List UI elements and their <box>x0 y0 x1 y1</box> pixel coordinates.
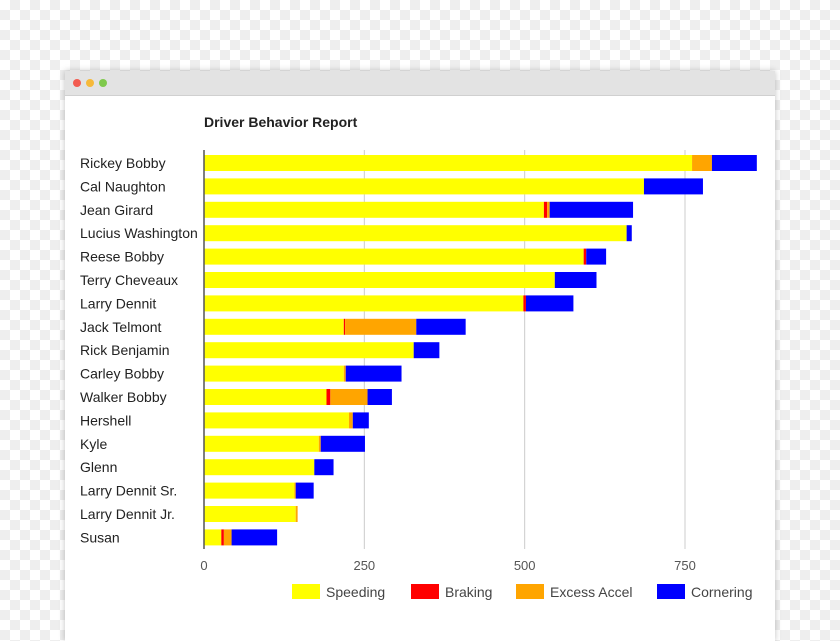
bar-cornering <box>320 435 365 452</box>
legend-label: Cornering <box>691 584 752 600</box>
bar-speeding <box>204 506 296 522</box>
bar-cornering <box>413 342 440 359</box>
bar-cornering <box>586 248 607 265</box>
bar-speeding <box>204 412 349 429</box>
legend-swatch <box>411 584 439 599</box>
bar-braking <box>326 389 331 405</box>
bar-speeding <box>204 482 295 499</box>
category-label: Glenn <box>80 459 117 475</box>
bar-speeding <box>204 225 627 242</box>
legend-label: Excess Accel <box>550 584 632 600</box>
category-label: Reese Bobby <box>80 249 164 265</box>
bar-excess-accel <box>343 365 346 382</box>
legend-swatch <box>292 584 320 599</box>
bar-speeding <box>204 295 524 312</box>
bar-speeding <box>204 248 584 265</box>
legend-label: Speeding <box>326 584 385 600</box>
x-tick-label: 500 <box>514 558 536 573</box>
bar-excess-accel <box>547 201 550 218</box>
bar-speeding <box>204 342 414 359</box>
bar-speeding <box>204 459 315 476</box>
bar-excess-accel <box>295 506 298 522</box>
bar-braking <box>221 529 224 546</box>
legend-swatch <box>516 584 544 599</box>
bar-excess-accel <box>345 318 417 335</box>
category-label: Jack Telmont <box>80 319 162 335</box>
chart: Driver Behavior Report 0 250 500 750 Rickey … <box>80 114 757 600</box>
category-label: Carley Bobby <box>80 366 164 382</box>
bar-cornering <box>367 389 392 405</box>
category-label: Rickey Bobby <box>80 155 166 171</box>
bar-cornering <box>231 529 278 546</box>
bar-speeding <box>204 389 327 405</box>
bar-braking <box>543 201 548 218</box>
bar-braking <box>343 318 346 335</box>
bar-braking <box>583 248 587 265</box>
legend-label: Braking <box>445 584 492 600</box>
category-label: Terry Cheveaux <box>80 272 178 288</box>
bar-cornering <box>416 318 466 335</box>
category-label: Susan <box>80 529 120 545</box>
category-label: Larry Dennit <box>80 295 156 311</box>
x-tick-label: 750 <box>674 558 696 573</box>
bar-cornering <box>711 155 757 171</box>
bar-excess-accel <box>330 389 368 405</box>
bar-excess-accel <box>692 155 712 171</box>
bar-cornering <box>314 459 334 476</box>
category-label: Rick Benjamin <box>80 342 169 358</box>
category-label: Cal Naughton <box>80 178 166 194</box>
bar-excess-accel <box>223 529 232 546</box>
category-label: Lucius Washington <box>80 225 198 241</box>
category-label: Larry Dennit Jr. <box>80 506 175 522</box>
bar-cornering <box>626 225 632 242</box>
category-label: Jean Girard <box>80 202 153 218</box>
bar-excess-accel <box>294 482 296 499</box>
bar-speeding <box>204 435 319 452</box>
category-label: Walker Bobby <box>80 389 167 405</box>
category-label: Kyle <box>80 436 107 452</box>
bar-speeding <box>204 272 555 288</box>
bar-cornering <box>525 295 574 312</box>
bar-excess-accel <box>318 435 321 452</box>
bar-speeding <box>204 178 644 195</box>
chart-title: Driver Behavior Report <box>204 114 358 130</box>
bar-cornering <box>352 412 369 429</box>
bar-cornering <box>549 201 634 218</box>
x-tick-label: 250 <box>353 558 375 573</box>
category-label: Larry Dennit Sr. <box>80 483 177 499</box>
bar-speeding <box>204 155 693 171</box>
bar-cornering <box>554 272 597 288</box>
bar-cornering <box>643 178 703 195</box>
category-label: Hershell <box>80 412 131 428</box>
bar-cornering <box>295 482 314 499</box>
bar-braking <box>523 295 526 312</box>
legend-swatch <box>657 584 685 599</box>
bar-excess-accel <box>348 412 353 429</box>
bar-speeding <box>204 529 222 546</box>
bar-speeding <box>204 365 344 382</box>
x-tick-label: 0 <box>200 558 207 573</box>
bar-cornering <box>345 365 402 382</box>
bar-speeding <box>204 201 544 218</box>
bar-speeding <box>204 318 344 335</box>
